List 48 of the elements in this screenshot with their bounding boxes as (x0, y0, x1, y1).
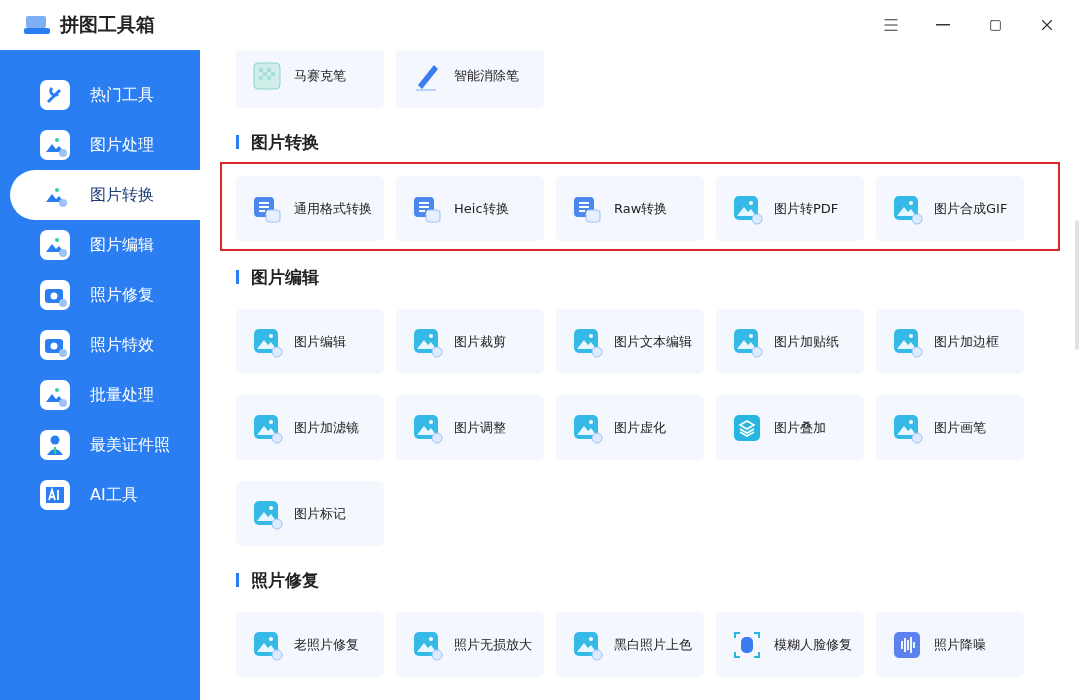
sidebar-item[interactable]: 照片修复 (0, 270, 200, 320)
minimize-icon (936, 24, 950, 26)
tool-card[interactable]: 图片合成GIF (876, 176, 1024, 241)
tool-card[interactable]: 黑白照片上色 (556, 612, 704, 677)
tool-card[interactable]: 模糊人脸修复 (716, 612, 864, 677)
tool-card[interactable]: 照片无损放大 (396, 612, 544, 677)
image-icon (40, 380, 70, 410)
tool-card[interactable]: 图片编辑 (236, 309, 384, 374)
sidebar-item[interactable]: 图片转换 (10, 170, 200, 220)
section-title: 照片修复 (251, 568, 319, 592)
section-title: 图片编辑 (251, 265, 319, 289)
tool-card[interactable]: 图片叠加 (716, 395, 864, 460)
camera-icon (40, 330, 70, 360)
tool-card[interactable]: 马赛克笔 (236, 50, 384, 108)
sidebar-item[interactable]: 批量处理 (0, 370, 200, 420)
tool-card[interactable]: 图片文本编辑 (556, 309, 704, 374)
tool-card[interactable]: 照片降噪 (876, 612, 1024, 677)
tool-card[interactable]: 老照片修复 (236, 612, 384, 677)
sidebar-item[interactable]: 热门工具 (0, 70, 200, 120)
tool-card[interactable]: 图片画笔 (876, 395, 1024, 460)
tool-card[interactable]: 图片虚化 (556, 395, 704, 460)
tool-card[interactable]: 图片加贴纸 (716, 309, 864, 374)
image-icon (40, 230, 70, 260)
tool-card[interactable]: 图片调整 (396, 395, 544, 460)
ai-icon (40, 480, 70, 510)
sidebar-item[interactable]: 照片特效 (0, 320, 200, 370)
tool-card[interactable]: 图片加滤镜 (236, 395, 384, 460)
tool-card[interactable]: 图片标记 (236, 481, 384, 546)
camera-icon (40, 280, 70, 310)
wrench-icon (40, 80, 70, 110)
tool-card[interactable]: 图片转PDF (716, 176, 864, 241)
tool-card[interactable]: 通用格式转换 (236, 176, 384, 241)
tool-card[interactable]: Heic转换 (396, 176, 544, 241)
sidebar-item[interactable]: 最美证件照 (0, 420, 200, 470)
menu-icon (882, 16, 900, 34)
app-logo-icon (24, 14, 50, 36)
window-title: 拼图工具箱 (60, 12, 156, 37)
tool-card[interactable]: Raw转换 (556, 176, 704, 241)
sidebar-item[interactable]: AI工具 (0, 470, 200, 520)
sidebar-item[interactable]: 图片编辑 (0, 220, 200, 270)
section-title: 图片转换 (251, 130, 319, 154)
sidebar-item[interactable]: 图片处理 (0, 120, 200, 170)
tool-card[interactable]: 图片加边框 (876, 309, 1024, 374)
image-icon (40, 130, 70, 160)
tool-card[interactable]: 图片裁剪 (396, 309, 544, 374)
person-icon (40, 430, 70, 460)
maximize-icon (988, 18, 1002, 32)
tool-card[interactable]: 智能消除笔 (396, 50, 544, 108)
